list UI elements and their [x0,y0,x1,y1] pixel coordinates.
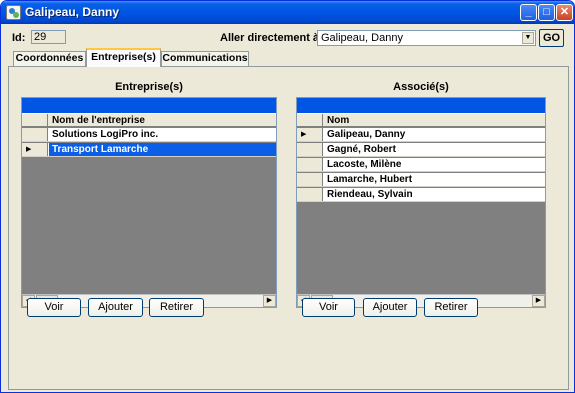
row-pointer-icon[interactable]: ▶ [297,128,323,141]
associes-title: Associé(s) [393,81,449,93]
row-selector[interactable] [297,188,323,201]
tab-communications[interactable]: Communications [161,51,249,66]
entreprises-grid[interactable]: Nom de l'entreprise Solutions LogiPro in… [21,97,277,308]
scroll-right-icon[interactable]: ▶ [263,295,276,307]
scroll-right-icon[interactable]: ▶ [532,295,545,307]
tab-coordonnees[interactable]: Coordonnées [13,51,86,66]
entreprises-retirer-button[interactable]: Retirer [149,298,204,317]
entreprises-voir-button[interactable]: Voir [27,298,81,317]
table-cell[interactable]: Lacoste, Milène [327,158,401,171]
row-selector[interactable] [297,158,323,171]
row-selector-header [22,114,48,127]
table-row[interactable]: Lamarche, Hubert [297,173,545,187]
table-cell[interactable]: Riendeau, Sylvain [327,188,413,201]
table-row[interactable]: Gagné, Robert [297,143,545,157]
column-header-nom-entreprise[interactable]: Nom de l'entreprise [52,114,145,127]
grid-column-header: Nom de l'entreprise [22,113,276,127]
row-pointer-icon[interactable]: ▶ [22,143,48,156]
associes-ajouter-button[interactable]: Ajouter [363,298,417,317]
app-icon [6,5,21,20]
table-row[interactable]: ▶ Transport Lamarche [22,143,276,157]
table-row[interactable]: Riendeau, Sylvain [297,188,545,202]
title-bar[interactable]: Galipeau, Danny _ □ ✕ [1,1,574,24]
window-title: Galipeau, Danny [25,5,120,19]
grid-header-strip [297,98,545,113]
row-selector[interactable] [297,143,323,156]
goto-label: Aller directement à : [220,32,326,44]
id-label: Id: [12,32,26,44]
close-button[interactable]: ✕ [556,4,573,21]
entreprises-ajouter-button[interactable]: Ajouter [88,298,143,317]
tab-entreprises[interactable]: Entreprise(s) [86,48,161,67]
associes-retirer-button[interactable]: Retirer [424,298,478,317]
grid-header-strip [22,98,276,113]
associes-voir-button[interactable]: Voir [302,298,355,317]
table-cell[interactable]: Galipeau, Danny [327,128,405,141]
associes-grid[interactable]: Nom ▶ Galipeau, Danny Gagné, Robert Laco… [296,97,546,308]
goto-value: Galipeau, Danny [321,32,403,44]
minimize-button[interactable]: _ [520,4,537,21]
row-selector[interactable] [297,173,323,186]
entreprises-title: Entreprise(s) [115,81,183,93]
row-selector[interactable] [22,128,48,141]
goto-combobox[interactable]: Galipeau, Danny ▼ [317,30,536,46]
table-row[interactable]: Solutions LogiPro inc. [22,128,276,142]
table-row[interactable]: ▶ Galipeau, Danny [297,128,545,142]
table-row[interactable]: Lacoste, Milène [297,158,545,172]
maximize-button[interactable]: □ [538,4,555,21]
dropdown-arrow-icon[interactable]: ▼ [522,32,534,44]
column-header-nom[interactable]: Nom [327,114,349,127]
table-cell[interactable]: Solutions LogiPro inc. [52,128,158,141]
row-selector-header [297,114,323,127]
go-button[interactable]: GO [539,29,564,47]
app-window: Galipeau, Danny _ □ ✕ Id: 29 Aller direc… [0,0,575,393]
id-field[interactable]: 29 [31,30,66,44]
table-cell[interactable]: Gagné, Robert [327,143,396,156]
table-cell[interactable]: Lamarche, Hubert [327,173,412,186]
table-cell[interactable]: Transport Lamarche [52,143,148,156]
grid-column-header: Nom [297,113,545,127]
